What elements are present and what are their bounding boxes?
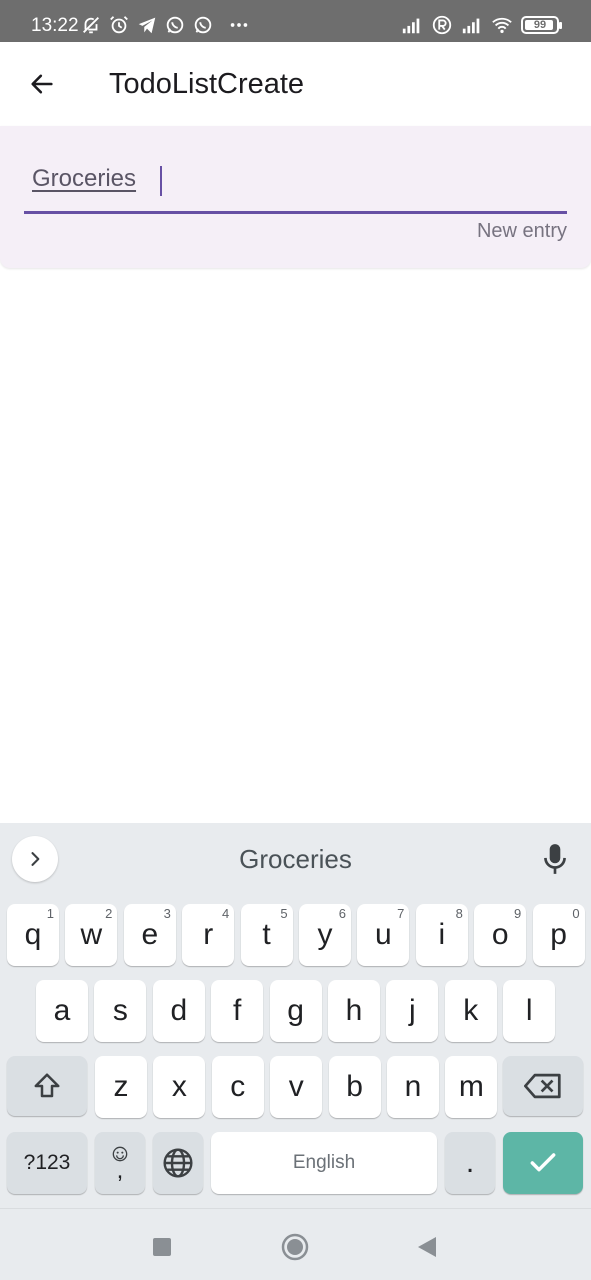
key-y[interactable]: y6 [299,904,351,966]
battery-level: 99 [533,19,547,31]
checkmark-icon [530,1153,556,1172]
back-triangle-icon [418,1237,436,1257]
app-bar: TodoListCreate [0,42,591,126]
key-e[interactable]: e3 [123,904,176,966]
key-hint: 1 [46,906,54,921]
home-button[interactable] [277,1229,313,1265]
key-label: r [203,918,214,951]
status-bar: 13:22 99 [0,0,591,42]
helper-text: New entry [476,220,567,242]
enter-key[interactable] [503,1132,583,1194]
key-label: w [80,918,103,951]
microphone-icon [544,844,566,874]
key-hint: 2 [105,906,113,921]
system-nav-bar [0,1208,591,1280]
key-i[interactable]: i8 [415,904,468,966]
battery-indicator: 99 [521,16,562,34]
voice-input-button[interactable] [541,841,569,877]
keyboard-suggestion-strip: Groceries [0,823,591,895]
globe-icon [163,1148,193,1178]
key-u[interactable]: u7 [357,904,410,966]
key-label: o [491,918,509,951]
period-key[interactable]: . [445,1132,495,1194]
key-o[interactable]: o9 [474,904,527,966]
key-hint: 0 [572,906,580,921]
key-x[interactable]: x [153,1056,206,1118]
word-suggestion[interactable]: Groceries [0,844,591,875]
backspace-key[interactable] [503,1056,583,1116]
arrow-back-icon [31,74,53,94]
shift-key[interactable] [7,1056,87,1116]
key-k[interactable]: k [444,980,497,1042]
key-a[interactable]: a [36,980,88,1042]
entry-form-card: Groceries New entry [0,126,591,268]
language-key[interactable] [153,1132,203,1194]
space-key[interactable]: English [211,1132,437,1194]
status-time: 13:22 [31,15,79,36]
roaming-icon [432,15,452,35]
key-h[interactable]: h [328,980,380,1042]
key-v[interactable]: v [270,1056,323,1118]
key-j[interactable]: j [386,980,439,1042]
key-label: t [262,918,271,951]
todo-name-value[interactable]: Groceries [32,165,136,193]
key-label: p [550,918,567,951]
key-label: i [438,918,446,951]
key-hint: 6 [338,906,346,921]
signal-icon [462,18,480,34]
shift-arrow-icon [34,1073,60,1098]
back-button[interactable] [20,62,64,106]
backspace-icon [524,1073,561,1099]
key-n[interactable]: n [387,1056,439,1118]
key-hint: 3 [163,906,171,921]
key-s[interactable]: s [94,980,147,1042]
key-c[interactable]: c [211,1056,264,1118]
key-label: e [141,918,159,951]
recents-button[interactable] [144,1229,180,1265]
alarm-icon [110,16,128,34]
key-m[interactable]: m [445,1056,498,1118]
whatsapp-icon [194,16,212,34]
comma-label: , [116,1157,124,1184]
key-b[interactable]: b [328,1056,381,1118]
whatsapp-icon [166,16,184,34]
key-z[interactable]: z [95,1056,147,1118]
key-q[interactable]: q1 [7,904,59,966]
more-dots-icon [230,23,248,27]
key-hint: 7 [397,906,405,921]
key-w[interactable]: w2 [65,904,118,966]
key-label: u [375,918,392,951]
signal-icon [402,18,420,34]
bell-off-icon [83,17,99,34]
nav-back-button[interactable] [409,1229,445,1265]
key-g[interactable]: g [269,980,322,1042]
key-p[interactable]: p0 [532,904,585,966]
telegram-icon [138,17,156,34]
wifi-icon [492,17,512,34]
key-label: y [317,918,333,951]
key-d[interactable]: d [152,980,205,1042]
symbols-key[interactable]: ?123 [7,1132,87,1194]
system-icons: 99 [401,14,562,36]
key-hint: 8 [455,906,463,921]
key-f[interactable]: f [211,980,264,1042]
key-hint: 4 [221,906,230,921]
key-l[interactable]: l [503,980,556,1042]
text-cursor [160,166,162,196]
key-r[interactable]: r4 [182,904,235,966]
notification-icons [80,14,250,36]
key-t[interactable]: t5 [240,904,293,966]
page-title: TodoListCreate [109,68,305,100]
todo-name-input[interactable]: Groceries [24,162,567,214]
emoji-comma-key[interactable]: , [95,1132,145,1194]
recents-square-icon [153,1238,171,1256]
home-circle-icon [281,1233,309,1261]
key-label: q [24,918,42,951]
key-hint: 5 [280,906,288,921]
key-hint: 9 [513,906,522,921]
